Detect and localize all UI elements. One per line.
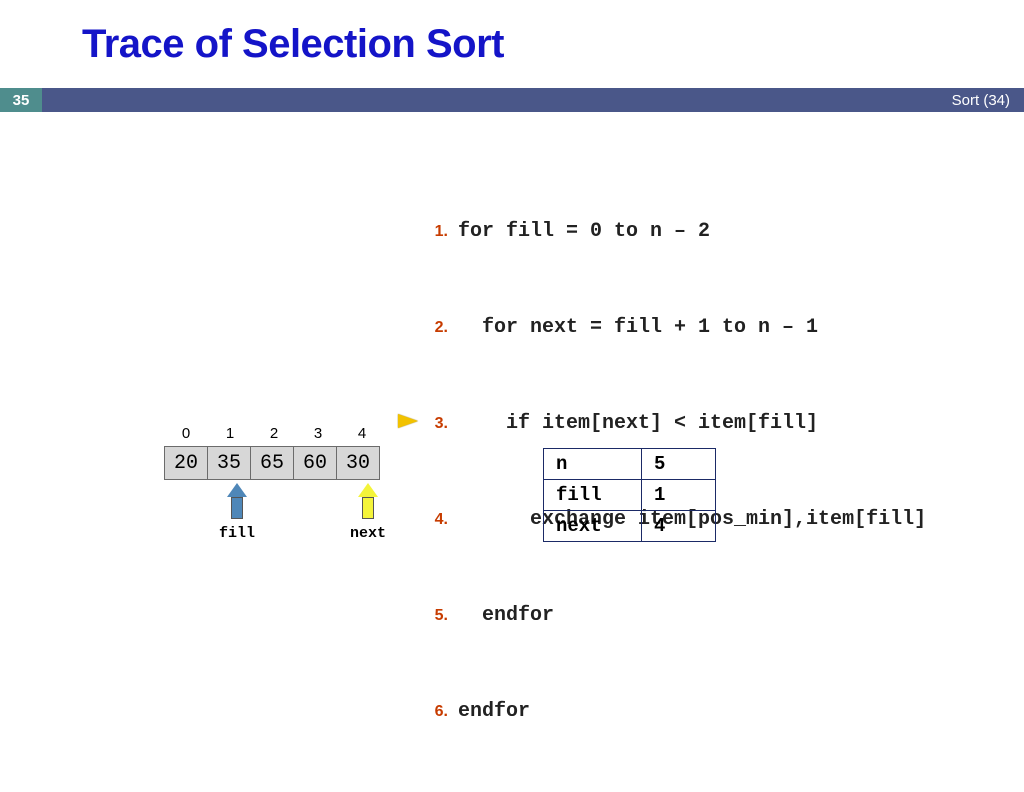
next-pointer-arrow: next	[350, 483, 386, 542]
header-right-label: Sort (34)	[952, 92, 1010, 109]
page-number: 35	[0, 88, 42, 112]
fill-pointer-arrow: fill	[219, 483, 255, 542]
code-text: if item[next] < item[fill]	[458, 408, 818, 440]
code-line: 6. endfor	[386, 696, 926, 728]
array-index: 4	[340, 425, 384, 442]
var-name: n	[544, 449, 642, 480]
arrow-head-icon	[358, 483, 378, 497]
slide-title: Trace of Selection Sort	[82, 22, 504, 67]
code-text: endfor	[458, 600, 554, 632]
array-cell: 65	[250, 446, 294, 480]
arrow-label: next	[350, 525, 386, 542]
table-row: n 5	[544, 449, 716, 480]
arrow-head-icon	[227, 483, 247, 497]
array-index: 0	[164, 425, 208, 442]
array-cell: 35	[207, 446, 251, 480]
array-index: 1	[208, 425, 252, 442]
array-index: 3	[296, 425, 340, 442]
current-line-pointer-icon	[398, 414, 418, 428]
index-row: 0 1 2 3 4	[164, 425, 384, 442]
var-name: fill	[544, 480, 642, 511]
code-line: 2. for next = fill + 1 to n – 1	[386, 312, 926, 344]
array-index: 2	[252, 425, 296, 442]
cell-row: 20 35 65 60 30	[164, 446, 384, 480]
variables-table: n 5 fill 1 next 4	[543, 448, 716, 542]
var-value: 4	[642, 511, 716, 542]
code-line: 3. if item[next] < item[fill]	[386, 408, 926, 440]
array-visual: 0 1 2 3 4 20 35 65 60 30 fill next	[164, 425, 384, 480]
line-number: 3.	[424, 408, 448, 440]
arrow-label: fill	[219, 525, 255, 542]
arrow-shaft	[362, 497, 374, 519]
header-bar: 35 Sort (34)	[0, 88, 1024, 112]
code-text: endfor	[458, 696, 530, 728]
line-number: 2.	[424, 312, 448, 344]
code-text: for next = fill + 1 to n – 1	[458, 312, 818, 344]
code-line: 5. endfor	[386, 600, 926, 632]
array-cell: 20	[164, 446, 208, 480]
line-number: 5.	[424, 600, 448, 632]
table-row: next 4	[544, 511, 716, 542]
code-text: for fill = 0 to n – 2	[458, 216, 710, 248]
slide: Trace of Selection Sort 35 Sort (34) 1. …	[0, 0, 1024, 640]
pointer-cell	[386, 414, 424, 428]
var-value: 1	[642, 480, 716, 511]
line-number: 1.	[424, 216, 448, 248]
var-value: 5	[642, 449, 716, 480]
var-name: next	[544, 511, 642, 542]
line-number: 6.	[424, 696, 448, 728]
array-cell: 30	[336, 446, 380, 480]
line-number: 4.	[424, 504, 448, 536]
code-line: 1. for fill = 0 to n – 2	[386, 216, 926, 248]
arrow-shaft	[231, 497, 243, 519]
array-cell: 60	[293, 446, 337, 480]
table-row: fill 1	[544, 480, 716, 511]
